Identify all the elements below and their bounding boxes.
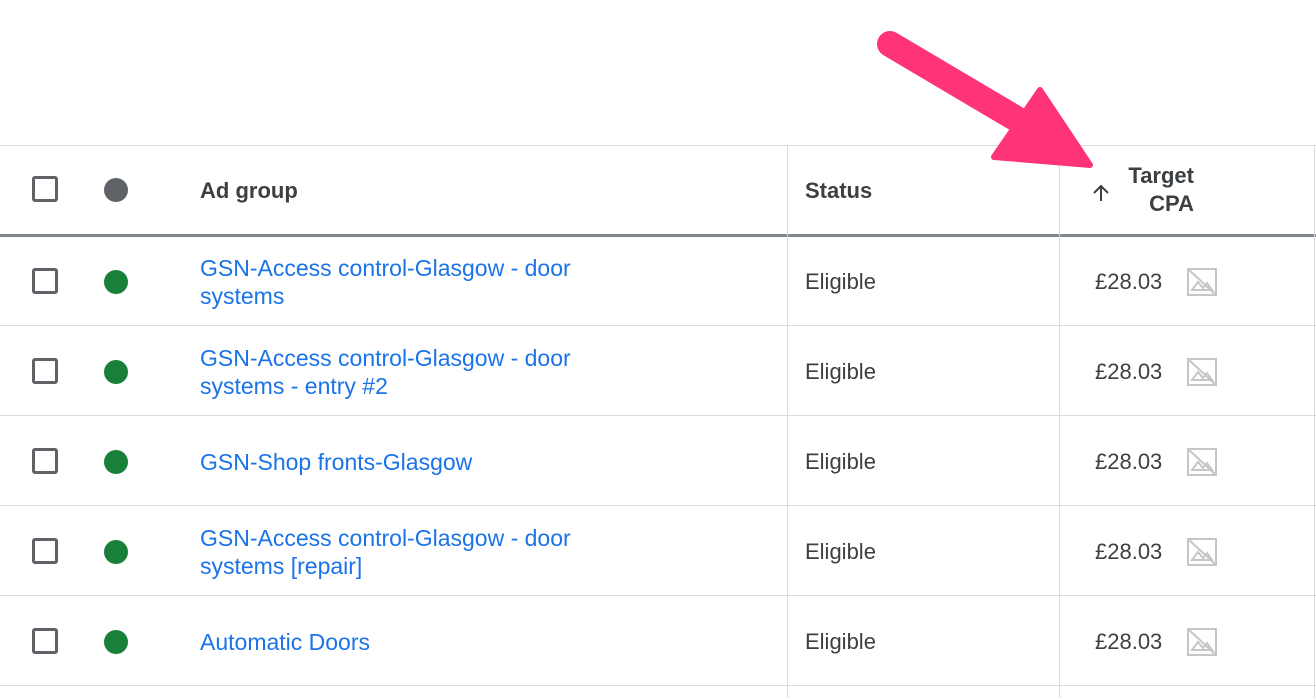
row-divider bbox=[0, 595, 1316, 596]
row-checkbox[interactable] bbox=[32, 538, 58, 564]
ad-group-link[interactable]: GSN-Shop fronts-Glasgow bbox=[200, 448, 620, 476]
table-row: GSN-Shop fronts-Glasgow Eligible £28.03 bbox=[0, 417, 1316, 506]
no-image-icon bbox=[1187, 628, 1217, 656]
row-divider bbox=[0, 415, 1316, 416]
row-divider bbox=[0, 685, 1316, 686]
row-checkbox[interactable] bbox=[32, 628, 58, 654]
target-cpa-value[interactable]: £28.03 bbox=[1095, 449, 1162, 475]
ad-group-line1: GSN-Shop fronts-Glasgow bbox=[200, 449, 473, 475]
ad-group-line2: systems [repair] bbox=[200, 553, 363, 579]
header-target-cpa-line1: Target bbox=[1128, 163, 1194, 188]
ad-group-line1: GSN-Access control-Glasgow - door bbox=[200, 525, 571, 551]
header-target-cpa[interactable]: Target CPA bbox=[1124, 162, 1194, 218]
row-divider bbox=[0, 505, 1316, 506]
status-value: Eligible bbox=[805, 269, 876, 294]
no-image-icon bbox=[1187, 448, 1217, 476]
row-divider bbox=[0, 325, 1316, 326]
status-dot-icon bbox=[104, 450, 128, 474]
ad-group-line2: systems bbox=[200, 283, 285, 309]
table-row: GSN-Access control-Glasgow - door system… bbox=[0, 327, 1316, 416]
table-header-row: Ad group Status Target CPA bbox=[0, 146, 1316, 234]
status-dot-icon bbox=[104, 540, 128, 564]
arrow-up-icon[interactable] bbox=[1089, 181, 1113, 205]
row-checkbox[interactable] bbox=[32, 268, 58, 294]
no-image-icon bbox=[1187, 358, 1217, 386]
table-row: GSN-Access control-Glasgow - door system… bbox=[0, 507, 1316, 596]
status-dot-icon bbox=[104, 178, 128, 202]
select-all-checkbox[interactable] bbox=[32, 176, 58, 202]
ad-group-link[interactable]: GSN-Access control-Glasgow - door system… bbox=[200, 344, 620, 400]
status-value: Eligible bbox=[805, 359, 876, 384]
status-value: Eligible bbox=[805, 449, 876, 474]
row-checkbox[interactable] bbox=[32, 448, 58, 474]
ad-group-line1: GSN-Access control-Glasgow - door bbox=[200, 345, 571, 371]
no-image-icon bbox=[1187, 538, 1217, 566]
status-value: Eligible bbox=[805, 539, 876, 564]
ad-group-line1: GSN-Access control-Glasgow - door bbox=[200, 255, 571, 281]
ad-group-line1: Automatic Doors bbox=[200, 629, 371, 655]
ad-group-link[interactable]: GSN-Access control-Glasgow - door system… bbox=[200, 254, 620, 310]
target-cpa-value[interactable]: £28.03 bbox=[1095, 359, 1162, 385]
ad-group-link[interactable]: Automatic Doors bbox=[200, 628, 620, 656]
status-dot-icon bbox=[104, 270, 128, 294]
status-dot-icon bbox=[104, 630, 128, 654]
target-cpa-value[interactable]: £28.03 bbox=[1095, 269, 1162, 295]
target-cpa-value[interactable]: £28.03 bbox=[1095, 629, 1162, 655]
ad-group-link[interactable]: GSN-Access control-Glasgow - door system… bbox=[200, 524, 620, 580]
table-row: Automatic Doors Eligible £28.03 bbox=[0, 597, 1316, 686]
header-target-cpa-line2: CPA bbox=[1149, 191, 1194, 216]
header-ad-group[interactable]: Ad group bbox=[200, 178, 298, 204]
ad-group-line2: systems - entry #2 bbox=[200, 373, 388, 399]
table-row: GSN-Access control-Glasgow - door system… bbox=[0, 237, 1316, 326]
row-checkbox[interactable] bbox=[32, 358, 58, 384]
target-cpa-value[interactable]: £28.03 bbox=[1095, 539, 1162, 565]
header-status[interactable]: Status bbox=[805, 178, 872, 204]
status-value: Eligible bbox=[805, 629, 876, 654]
no-image-icon bbox=[1187, 268, 1217, 296]
status-dot-icon bbox=[104, 360, 128, 384]
